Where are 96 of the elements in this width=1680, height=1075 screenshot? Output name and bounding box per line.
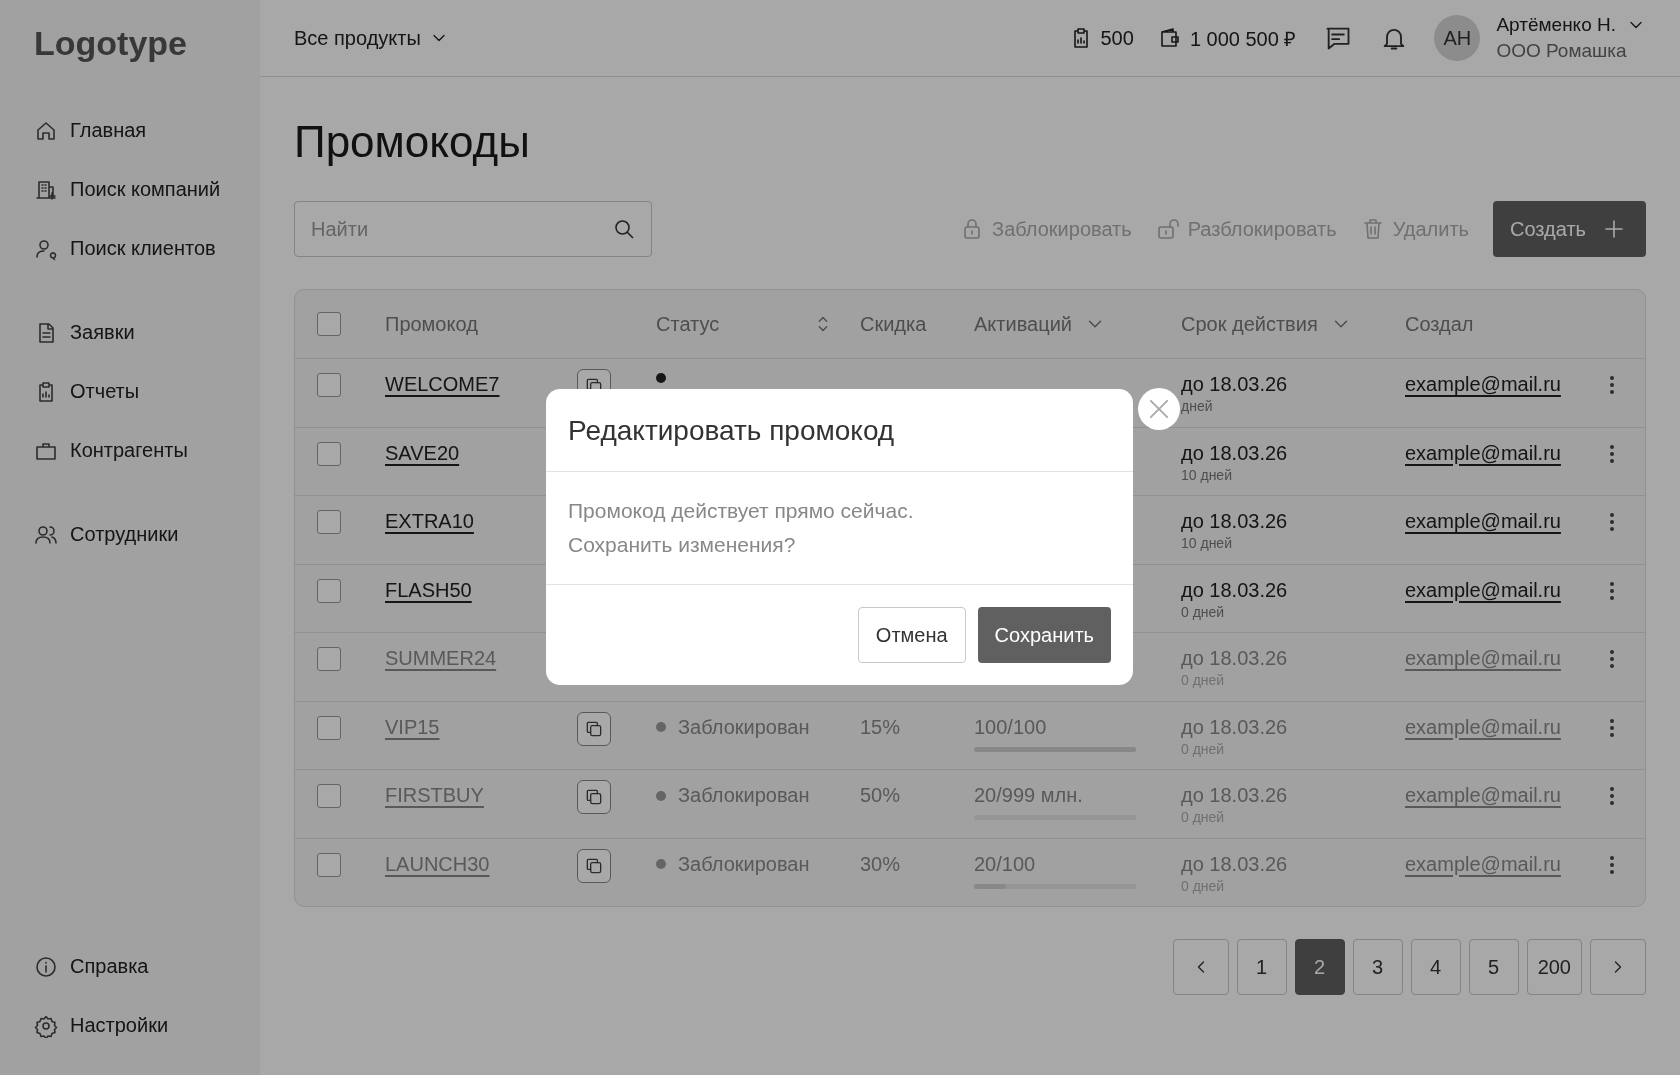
more-icon <box>1609 580 1615 601</box>
more-button[interactable] <box>1609 649 1615 669</box>
checkbox[interactable] <box>317 578 341 603</box>
gear-icon <box>34 1013 58 1038</box>
checkbox[interactable] <box>317 784 341 808</box>
days-left: 10 дней <box>1181 466 1232 483</box>
activations-value: 20/999 млн. <box>974 784 1083 807</box>
page-title: Промокоды <box>294 117 530 167</box>
counter-value: 500 <box>1100 26 1134 50</box>
more-button[interactable] <box>1609 580 1615 601</box>
expiry-date: до 18.03.26 <box>1181 510 1288 533</box>
dialog-message: Промокод действует прямо сейчас. Сохранить изменения? <box>546 472 1133 585</box>
plus-icon <box>1602 217 1626 241</box>
more-icon <box>1609 443 1615 464</box>
dialog-title: Редактировать промокод <box>546 389 1133 472</box>
status-text: Заблокирован <box>678 784 810 807</box>
checkbox[interactable] <box>317 715 341 740</box>
copy-button[interactable] <box>577 711 611 746</box>
cancel-button[interactable]: Отмена <box>857 607 966 663</box>
user-avatar[interactable]: АН <box>1434 15 1481 61</box>
more-button[interactable] <box>1609 717 1615 738</box>
days-left: 10 дней <box>1181 535 1232 551</box>
expiry-date: до 18.03.26 <box>1181 441 1288 465</box>
balance-value: 1 000 500 ₽ <box>1189 26 1297 52</box>
expiry-date: до 18.03.26 <box>1181 647 1288 670</box>
page-button[interactable]: 1 <box>1236 939 1287 995</box>
discount-value: 30% <box>860 852 901 875</box>
activations-value: 20/100 <box>974 852 1036 876</box>
discount-value: 15% <box>860 715 901 738</box>
checkbox[interactable] <box>317 441 341 466</box>
checkbox[interactable] <box>317 312 341 336</box>
unlock-icon <box>1155 217 1180 241</box>
copy-button[interactable] <box>577 780 611 814</box>
status-text: Заблокирован <box>678 852 810 876</box>
search-field[interactable]: Найти <box>294 201 652 257</box>
more-icon <box>1609 717 1615 738</box>
logo: Logotype <box>34 24 187 63</box>
promo-code-link[interactable]: SAVE20 <box>385 441 460 465</box>
page-button[interactable]: 4 <box>1410 939 1461 995</box>
more-icon <box>1609 854 1615 875</box>
page-button[interactable]: 5 <box>1468 939 1519 995</box>
sidebar-item[interactable]: Поиск клиентов <box>34 219 216 278</box>
create-button[interactable]: Создать <box>1493 201 1646 257</box>
sidebar-item[interactable]: Отчеты <box>34 362 140 421</box>
save-button[interactable]: Сохранить <box>977 607 1111 663</box>
more-icon <box>1609 649 1615 669</box>
days-left: дней <box>1181 398 1213 414</box>
user-name: Артёменко Н. <box>1496 14 1616 36</box>
promo-code-link[interactable]: EXTRA10 <box>385 510 474 533</box>
page-button[interactable]: 2 <box>1294 939 1345 995</box>
days-left: 0 дней <box>1181 603 1225 620</box>
expiry-date: до 18.03.26 <box>1181 715 1288 739</box>
company-name: ООО Ромашка <box>1496 40 1628 62</box>
page-button[interactable]: 200 <box>1526 939 1582 995</box>
more-button[interactable] <box>1609 512 1615 532</box>
sidebar-item[interactable]: Заявки <box>34 303 135 362</box>
status-dot <box>656 790 666 801</box>
copy-button[interactable] <box>577 848 611 883</box>
search-icon <box>612 217 636 241</box>
more-button[interactable] <box>1609 443 1615 464</box>
more-button[interactable] <box>1609 375 1615 395</box>
checkbox[interactable] <box>317 852 341 877</box>
page-button[interactable]: 3 <box>1352 939 1403 995</box>
more-icon <box>1609 375 1615 395</box>
creator-email-link[interactable]: example@mail.ru <box>1405 510 1561 533</box>
status-dot <box>656 373 666 383</box>
sidebar-item[interactable]: Настройки <box>34 996 169 1055</box>
more-button[interactable] <box>1609 854 1615 875</box>
status-dot <box>656 722 666 732</box>
checkbox[interactable] <box>317 373 341 397</box>
expiry-date: до 18.03.26 <box>1181 373 1288 396</box>
checkbox[interactable] <box>317 647 341 671</box>
more-icon <box>1609 786 1615 806</box>
status-dot <box>656 859 666 869</box>
creator-email-link[interactable]: example@mail.ru <box>1405 441 1561 465</box>
expiry-date: до 18.03.26 <box>1181 852 1288 876</box>
sidebar-item[interactable]: Контрагенты <box>34 421 188 480</box>
sidebar-item[interactable]: Сотрудники <box>34 505 179 564</box>
info-icon <box>34 954 58 979</box>
sidebar-item[interactable]: Справка <box>34 937 149 996</box>
expiry-date: до 18.03.26 <box>1181 578 1288 602</box>
status-text: Заблокирован <box>678 715 810 739</box>
more-icon <box>1609 512 1615 532</box>
creator-email-link[interactable]: example@mail.ru <box>1405 373 1561 396</box>
promo-code-link[interactable]: FLASH50 <box>385 578 472 602</box>
discount-value: 50% <box>860 784 901 806</box>
promo-code-link[interactable]: WELCOME7 <box>385 373 500 396</box>
more-button[interactable] <box>1609 786 1615 806</box>
sidebar-item[interactable]: Поиск компаний <box>34 160 221 219</box>
checkbox[interactable] <box>317 510 341 534</box>
expiry-date: до 18.03.26 <box>1181 784 1288 807</box>
creator-email-link[interactable]: example@mail.ru <box>1405 578 1561 602</box>
products-dropdown[interactable]: Все продукты <box>294 26 449 50</box>
activations-value: 100/100 <box>974 715 1047 739</box>
copy-icon <box>584 787 604 807</box>
sidebar-item[interactable]: Главная <box>34 101 147 160</box>
